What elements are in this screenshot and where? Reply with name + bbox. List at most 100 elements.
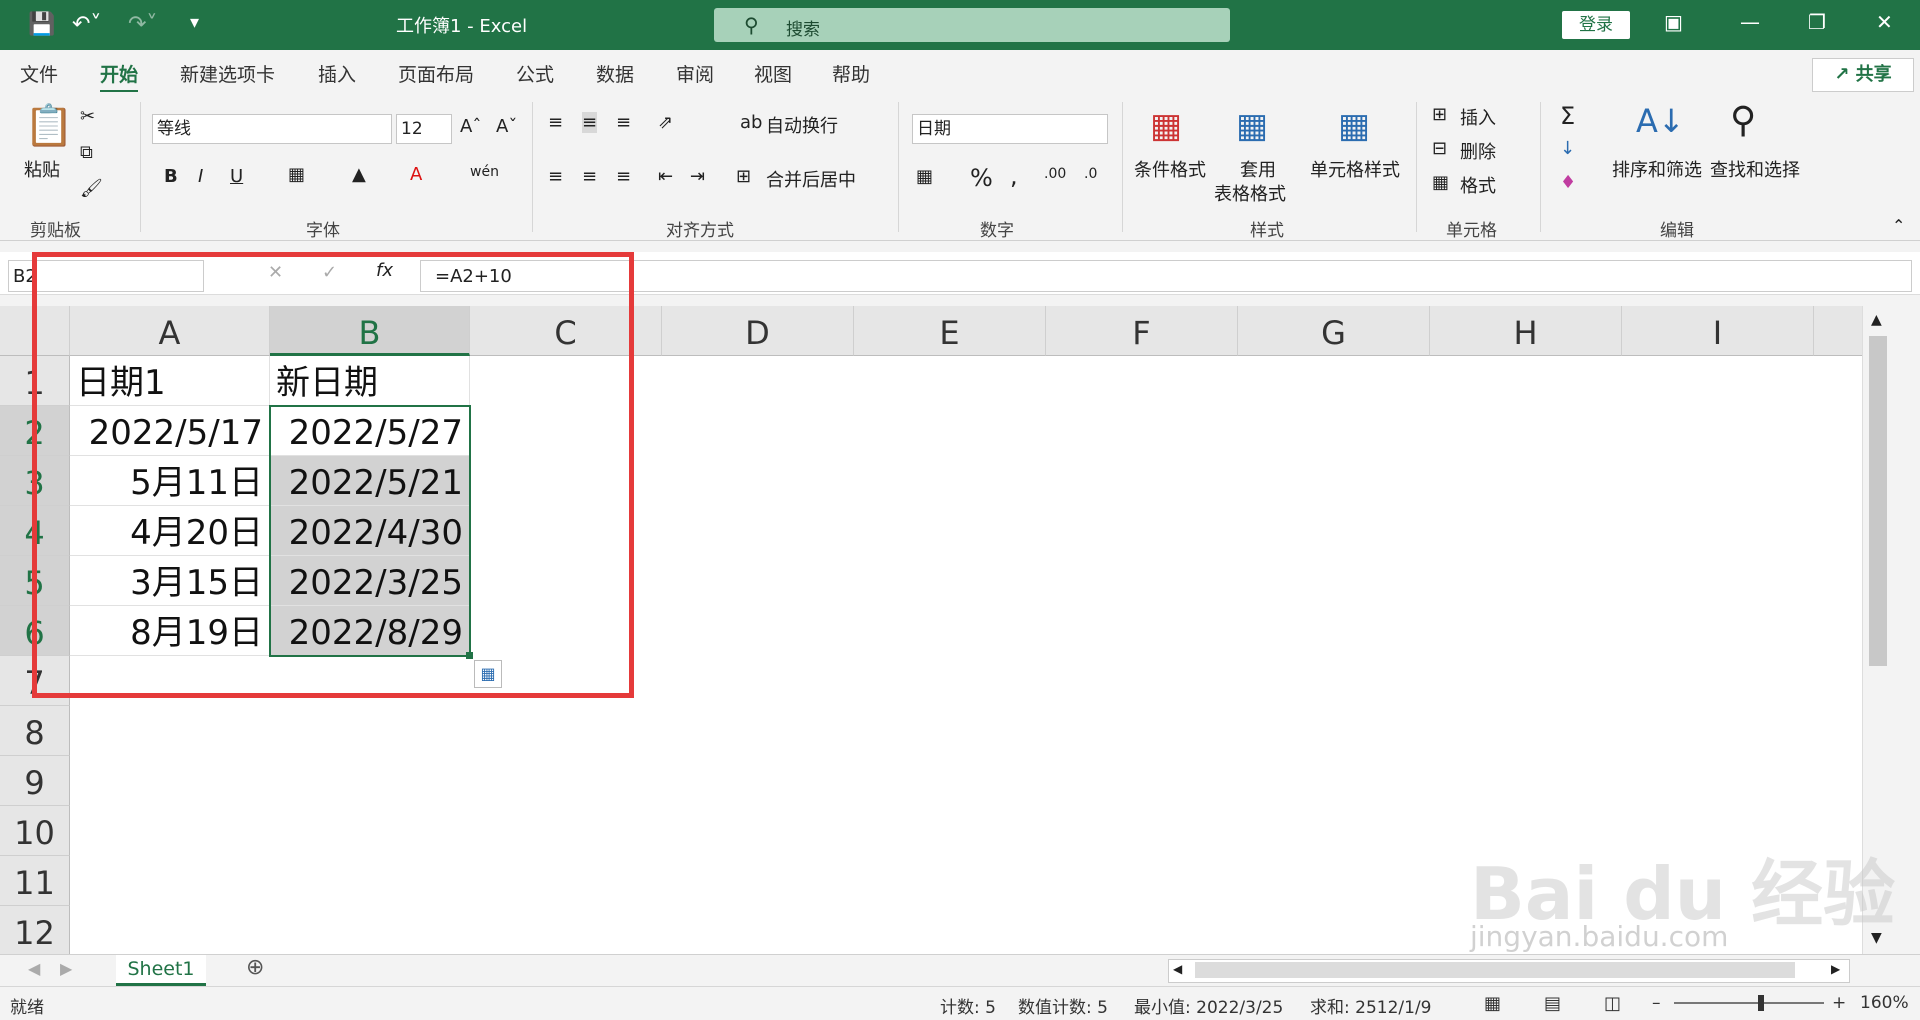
zoom-in-icon[interactable]: +	[1832, 993, 1846, 1013]
increase-decimal-icon[interactable]: .00	[1044, 166, 1066, 182]
scroll-thumb[interactable]	[1869, 336, 1887, 666]
currency-icon[interactable]: ▦	[916, 166, 933, 187]
decrease-font-icon[interactable]: Aˇ	[496, 116, 517, 137]
table-format-icon[interactable]: ▦	[1236, 106, 1268, 146]
table-format-label[interactable]: 套用	[1240, 156, 1276, 182]
phonetic-icon[interactable]: wén	[470, 164, 499, 180]
zoom-level[interactable]: 160%	[1860, 993, 1909, 1013]
tab-new[interactable]: 新建选项卡	[180, 60, 275, 87]
table-format-label-2[interactable]: 表格格式	[1214, 180, 1286, 206]
tab-insert[interactable]: 插入	[318, 60, 356, 87]
clear-icon[interactable]: ♦	[1560, 172, 1576, 193]
insert-cells-icon[interactable]: ⊞	[1432, 104, 1447, 125]
scroll-up-icon[interactable]: ▲	[1871, 312, 1882, 328]
tab-review[interactable]: 审阅	[676, 60, 714, 87]
border-icon[interactable]: ▦	[288, 164, 305, 185]
delete-cells-label[interactable]: 删除	[1460, 138, 1496, 164]
tab-page-layout[interactable]: 页面布局	[398, 60, 474, 87]
row-header-11[interactable]: 11	[0, 856, 70, 906]
format-cells-icon[interactable]: ▦	[1432, 172, 1449, 193]
insert-cells-label[interactable]: 插入	[1460, 104, 1496, 130]
redo-icon[interactable]: ↷˅	[128, 12, 157, 37]
align-center-icon[interactable]: ≡	[582, 166, 597, 187]
align-left-icon[interactable]: ≡	[548, 166, 563, 187]
paste-icon[interactable]: 📋	[24, 102, 74, 149]
login-button[interactable]: 登录	[1562, 11, 1630, 39]
format-cells-label[interactable]: 格式	[1460, 172, 1496, 198]
row-header-12[interactable]: 12	[0, 906, 70, 954]
increase-indent-icon[interactable]: ⇥	[690, 166, 705, 187]
italic-icon[interactable]: I	[198, 166, 203, 187]
tab-home[interactable]: 开始	[100, 60, 139, 93]
scroll-left-icon[interactable]: ◀	[1173, 962, 1182, 976]
format-painter-icon[interactable]: 🖌	[80, 178, 103, 199]
column-header-f[interactable]: F	[1046, 306, 1238, 356]
merge-center-icon[interactable]: ⊞	[736, 166, 751, 187]
prev-sheet-icon[interactable]: ◀	[28, 959, 40, 978]
column-header-i[interactable]: I	[1622, 306, 1814, 356]
column-header-d[interactable]: D	[662, 306, 854, 356]
ribbon-display-icon[interactable]: ▣	[1664, 10, 1683, 34]
zoom-slider[interactable]	[1674, 1002, 1824, 1004]
increase-font-icon[interactable]: Aˆ	[460, 116, 481, 137]
page-layout-view-icon[interactable]: ▤	[1544, 993, 1561, 1014]
align-right-icon[interactable]: ≡	[616, 166, 631, 187]
cell-style-label[interactable]: 单元格样式	[1310, 156, 1400, 182]
save-icon[interactable]: 💾	[28, 12, 55, 37]
zoom-out-icon[interactable]: –	[1652, 993, 1661, 1013]
font-size-select[interactable]: 12	[396, 114, 452, 144]
share-button[interactable]: ↗ 共享	[1812, 58, 1914, 92]
percent-icon[interactable]: %	[970, 164, 993, 192]
page-break-view-icon[interactable]: ◫	[1604, 993, 1621, 1014]
bold-icon[interactable]: B	[164, 166, 178, 187]
h-scroll-thumb[interactable]	[1195, 962, 1795, 978]
font-name-select[interactable]: 等线	[152, 114, 392, 144]
autosum-icon[interactable]: Σ	[1560, 102, 1575, 130]
sheet-tab-sheet1[interactable]: Sheet1	[116, 955, 206, 986]
wrap-text-icon[interactable]: ab	[740, 112, 762, 133]
fill-color-icon[interactable]: ▲	[352, 164, 366, 185]
tab-view[interactable]: 视图	[754, 60, 792, 87]
copy-icon[interactable]: ⧉	[80, 142, 93, 163]
number-format-select[interactable]: 日期	[912, 114, 1108, 144]
horizontal-scrollbar[interactable]: ◀ ▶	[1168, 959, 1850, 983]
row-header-9[interactable]: 9	[0, 756, 70, 806]
sort-filter-label[interactable]: 排序和筛选	[1612, 156, 1702, 182]
orientation-icon[interactable]: ⇗	[658, 112, 673, 133]
column-header-g[interactable]: G	[1238, 306, 1430, 356]
row-header-10[interactable]: 10	[0, 806, 70, 856]
decrease-decimal-icon[interactable]: .0	[1084, 166, 1097, 182]
collapse-ribbon-icon[interactable]: ⌃	[1892, 216, 1905, 235]
customize-qat-icon[interactable]: ▾	[190, 12, 199, 33]
fill-icon[interactable]: ↓	[1560, 138, 1575, 159]
normal-view-icon[interactable]: ▦	[1484, 993, 1501, 1014]
merge-center-label[interactable]: 合并后居中	[766, 166, 856, 192]
paste-label[interactable]: 粘贴	[24, 156, 60, 182]
cell-style-icon[interactable]: ▦	[1338, 106, 1370, 146]
column-header-e[interactable]: E	[854, 306, 1046, 356]
underline-icon[interactable]: U	[230, 166, 243, 187]
next-sheet-icon[interactable]: ▶	[60, 959, 72, 978]
conditional-format-icon[interactable]: ▦	[1150, 106, 1182, 146]
row-header-8[interactable]: 8	[0, 706, 70, 756]
tab-file[interactable]: 文件	[20, 60, 58, 87]
zoom-slider-thumb[interactable]	[1758, 995, 1764, 1011]
tab-data[interactable]: 数据	[596, 60, 634, 87]
minimize-icon[interactable]: —	[1740, 10, 1760, 34]
cut-icon[interactable]: ✂	[80, 106, 95, 127]
search-box[interactable]: ⚲ 搜索	[714, 8, 1230, 42]
decrease-indent-icon[interactable]: ⇤	[658, 166, 673, 187]
delete-cells-icon[interactable]: ⊟	[1432, 138, 1447, 159]
font-color-icon[interactable]: A	[410, 164, 422, 185]
sort-filter-icon[interactable]: A↓	[1636, 102, 1685, 140]
restore-icon[interactable]: ❐	[1808, 10, 1826, 34]
wrap-text-label[interactable]: 自动换行	[766, 112, 838, 138]
align-bottom-icon[interactable]: ≡	[616, 112, 631, 133]
undo-icon[interactable]: ↶˅	[72, 12, 101, 37]
tab-formulas[interactable]: 公式	[516, 60, 554, 87]
comma-icon[interactable]: ,	[1010, 162, 1018, 190]
scroll-right-icon[interactable]: ▶	[1831, 962, 1840, 976]
find-select-label[interactable]: 查找和选择	[1710, 156, 1800, 182]
formula-input[interactable]: =A2+10	[420, 260, 1912, 292]
find-select-icon[interactable]: ⚲	[1730, 100, 1756, 141]
